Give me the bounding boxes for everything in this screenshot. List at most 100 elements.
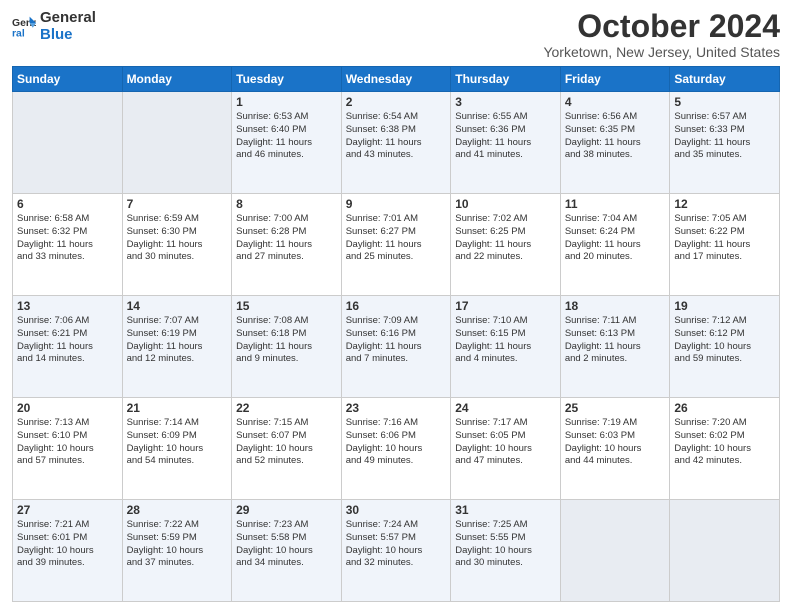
calendar-header-tuesday: Tuesday bbox=[232, 67, 342, 92]
calendar-cell: 17 Sunrise: 7:10 AM Sunset: 6:15 PM Dayli… bbox=[451, 296, 561, 398]
calendar-cell: 24 Sunrise: 7:17 AM Sunset: 6:05 PM Dayli… bbox=[451, 398, 561, 500]
day-number: 19 bbox=[674, 299, 775, 313]
calendar-cell: 2 Sunrise: 6:54 AM Sunset: 6:38 PM Daylig… bbox=[341, 92, 451, 194]
calendar-cell: 29 Sunrise: 7:23 AM Sunset: 5:58 PM Dayli… bbox=[232, 500, 342, 602]
calendar-header-wednesday: Wednesday bbox=[341, 67, 451, 92]
logo-blue: Blue bbox=[40, 27, 96, 44]
svg-text:ral: ral bbox=[12, 28, 25, 38]
calendar-header-saturday: Saturday bbox=[670, 67, 780, 92]
day-info: Sunrise: 7:05 AM Sunset: 6:22 PM Dayligh… bbox=[674, 213, 775, 264]
calendar-cell: 11Sunrise: 7:04 AM Sunset: 6:24 PM Dayli… bbox=[560, 194, 670, 296]
calendar-week-row: 20Sunrise: 7:13 AM Sunset: 6:10 PM Dayli… bbox=[13, 398, 780, 500]
day-info: Sunrise: 7:15 AM Sunset: 6:07 PM Dayligh… bbox=[236, 417, 337, 468]
calendar-cell bbox=[13, 92, 123, 194]
calendar-cell: 14 Sunrise: 7:07 AM Sunset: 6:19 PM Dayli… bbox=[122, 296, 232, 398]
day-number: 1 bbox=[236, 95, 337, 109]
day-info: Sunrise: 7:12 AM Sunset: 6:12 PM Dayligh… bbox=[674, 315, 775, 366]
day-info: Sunrise: 7:25 AM Sunset: 5:55 PM Dayligh… bbox=[455, 519, 556, 570]
calendar-cell: 12 Sunrise: 7:05 AM Sunset: 6:22 PM Dayli… bbox=[670, 194, 780, 296]
calendar-cell bbox=[560, 500, 670, 602]
month-title: October 2024 bbox=[543, 10, 780, 42]
calendar-cell: 1 Sunrise: 6:53 AM Sunset: 6:40 PM Daylig… bbox=[232, 92, 342, 194]
day-info: Sunrise: 6:59 AM Sunset: 6:30 PM Dayligh… bbox=[127, 213, 228, 264]
day-number: 29 bbox=[236, 503, 337, 517]
day-info: Sunrise: 6:57 AM Sunset: 6:33 PM Dayligh… bbox=[674, 111, 775, 162]
calendar-cell: 5 Sunrise: 6:57 AM Sunset: 6:33 PM Daylig… bbox=[670, 92, 780, 194]
day-info: Sunrise: 7:11 AM Sunset: 6:13 PM Dayligh… bbox=[565, 315, 666, 366]
calendar-header-sunday: Sunday bbox=[13, 67, 123, 92]
day-number: 5 bbox=[674, 95, 775, 109]
calendar-table: SundayMondayTuesdayWednesdayThursdayFrid… bbox=[12, 66, 780, 602]
day-number: 12 bbox=[674, 197, 775, 211]
calendar-cell: 21Sunrise: 7:14 AM Sunset: 6:09 PM Dayli… bbox=[122, 398, 232, 500]
calendar-header-monday: Monday bbox=[122, 67, 232, 92]
day-number: 24 bbox=[455, 401, 556, 415]
calendar-cell: 16 Sunrise: 7:09 AM Sunset: 6:16 PM Dayli… bbox=[341, 296, 451, 398]
day-number: 26 bbox=[674, 401, 775, 415]
day-info: Sunrise: 7:21 AM Sunset: 6:01 PM Dayligh… bbox=[17, 519, 118, 570]
calendar-header-row: SundayMondayTuesdayWednesdayThursdayFrid… bbox=[13, 67, 780, 92]
calendar-cell: 10Sunrise: 7:02 AM Sunset: 6:25 PM Dayli… bbox=[451, 194, 561, 296]
day-number: 27 bbox=[17, 503, 118, 517]
day-number: 20 bbox=[17, 401, 118, 415]
logo-general: General bbox=[40, 9, 96, 26]
calendar-cell: 15Sunrise: 7:08 AM Sunset: 6:18 PM Dayli… bbox=[232, 296, 342, 398]
day-number: 30 bbox=[346, 503, 447, 517]
day-number: 23 bbox=[346, 401, 447, 415]
day-info: Sunrise: 6:58 AM Sunset: 6:32 PM Dayligh… bbox=[17, 213, 118, 264]
calendar-cell: 23Sunrise: 7:16 AM Sunset: 6:06 PM Dayli… bbox=[341, 398, 451, 500]
day-number: 16 bbox=[346, 299, 447, 313]
day-info: Sunrise: 7:09 AM Sunset: 6:16 PM Dayligh… bbox=[346, 315, 447, 366]
day-number: 3 bbox=[455, 95, 556, 109]
day-number: 18 bbox=[565, 299, 666, 313]
day-number: 8 bbox=[236, 197, 337, 211]
day-number: 4 bbox=[565, 95, 666, 109]
day-info: Sunrise: 7:06 AM Sunset: 6:21 PM Dayligh… bbox=[17, 315, 118, 366]
day-number: 13 bbox=[17, 299, 118, 313]
day-number: 14 bbox=[127, 299, 228, 313]
calendar-cell: 9 Sunrise: 7:01 AM Sunset: 6:27 PM Daylig… bbox=[341, 194, 451, 296]
calendar-week-row: 13 Sunrise: 7:06 AM Sunset: 6:21 PM Dayli… bbox=[13, 296, 780, 398]
location: Yorketown, New Jersey, United States bbox=[543, 44, 780, 60]
calendar-cell: 6 Sunrise: 6:58 AM Sunset: 6:32 PM Daylig… bbox=[13, 194, 123, 296]
day-info: Sunrise: 7:17 AM Sunset: 6:05 PM Dayligh… bbox=[455, 417, 556, 468]
header: Gene ral General Blue October 2024 Yorke… bbox=[12, 10, 780, 60]
day-number: 31 bbox=[455, 503, 556, 517]
calendar-cell: 7 Sunrise: 6:59 AM Sunset: 6:30 PM Daylig… bbox=[122, 194, 232, 296]
calendar-cell: 25 Sunrise: 7:19 AM Sunset: 6:03 PM Dayli… bbox=[560, 398, 670, 500]
calendar-cell: 19 Sunrise: 7:12 AM Sunset: 6:12 PM Dayli… bbox=[670, 296, 780, 398]
calendar-cell: 18 Sunrise: 7:11 AM Sunset: 6:13 PM Dayli… bbox=[560, 296, 670, 398]
day-number: 15 bbox=[236, 299, 337, 313]
calendar-cell: 28Sunrise: 7:22 AM Sunset: 5:59 PM Dayli… bbox=[122, 500, 232, 602]
day-info: Sunrise: 7:20 AM Sunset: 6:02 PM Dayligh… bbox=[674, 417, 775, 468]
day-number: 11 bbox=[565, 197, 666, 211]
calendar-cell: 8 Sunrise: 7:00 AM Sunset: 6:28 PM Daylig… bbox=[232, 194, 342, 296]
calendar-header-friday: Friday bbox=[560, 67, 670, 92]
day-info: Sunrise: 7:19 AM Sunset: 6:03 PM Dayligh… bbox=[565, 417, 666, 468]
day-info: Sunrise: 7:01 AM Sunset: 6:27 PM Dayligh… bbox=[346, 213, 447, 264]
day-info: Sunrise: 6:54 AM Sunset: 6:38 PM Dayligh… bbox=[346, 111, 447, 162]
calendar-cell: 22 Sunrise: 7:15 AM Sunset: 6:07 PM Dayli… bbox=[232, 398, 342, 500]
calendar-week-row: 1 Sunrise: 6:53 AM Sunset: 6:40 PM Daylig… bbox=[13, 92, 780, 194]
calendar-cell: 27 Sunrise: 7:21 AM Sunset: 6:01 PM Dayli… bbox=[13, 500, 123, 602]
day-number: 9 bbox=[346, 197, 447, 211]
day-number: 7 bbox=[127, 197, 228, 211]
day-info: Sunrise: 7:23 AM Sunset: 5:58 PM Dayligh… bbox=[236, 519, 337, 570]
day-info: Sunrise: 7:00 AM Sunset: 6:28 PM Dayligh… bbox=[236, 213, 337, 264]
calendar-week-row: 27 Sunrise: 7:21 AM Sunset: 6:01 PM Dayli… bbox=[13, 500, 780, 602]
day-info: Sunrise: 7:24 AM Sunset: 5:57 PM Dayligh… bbox=[346, 519, 447, 570]
day-number: 6 bbox=[17, 197, 118, 211]
day-info: Sunrise: 7:22 AM Sunset: 5:59 PM Dayligh… bbox=[127, 519, 228, 570]
day-info: Sunrise: 7:07 AM Sunset: 6:19 PM Dayligh… bbox=[127, 315, 228, 366]
calendar-cell: 4Sunrise: 6:56 AM Sunset: 6:35 PM Daylig… bbox=[560, 92, 670, 194]
day-number: 17 bbox=[455, 299, 556, 313]
title-section: October 2024 Yorketown, New Jersey, Unit… bbox=[543, 10, 780, 60]
day-number: 25 bbox=[565, 401, 666, 415]
calendar-week-row: 6 Sunrise: 6:58 AM Sunset: 6:32 PM Daylig… bbox=[13, 194, 780, 296]
day-number: 22 bbox=[236, 401, 337, 415]
day-number: 2 bbox=[346, 95, 447, 109]
calendar-cell: 20Sunrise: 7:13 AM Sunset: 6:10 PM Dayli… bbox=[13, 398, 123, 500]
day-info: Sunrise: 6:53 AM Sunset: 6:40 PM Dayligh… bbox=[236, 111, 337, 162]
logo-text-block: General Blue bbox=[40, 10, 96, 43]
day-info: Sunrise: 7:10 AM Sunset: 6:15 PM Dayligh… bbox=[455, 315, 556, 366]
